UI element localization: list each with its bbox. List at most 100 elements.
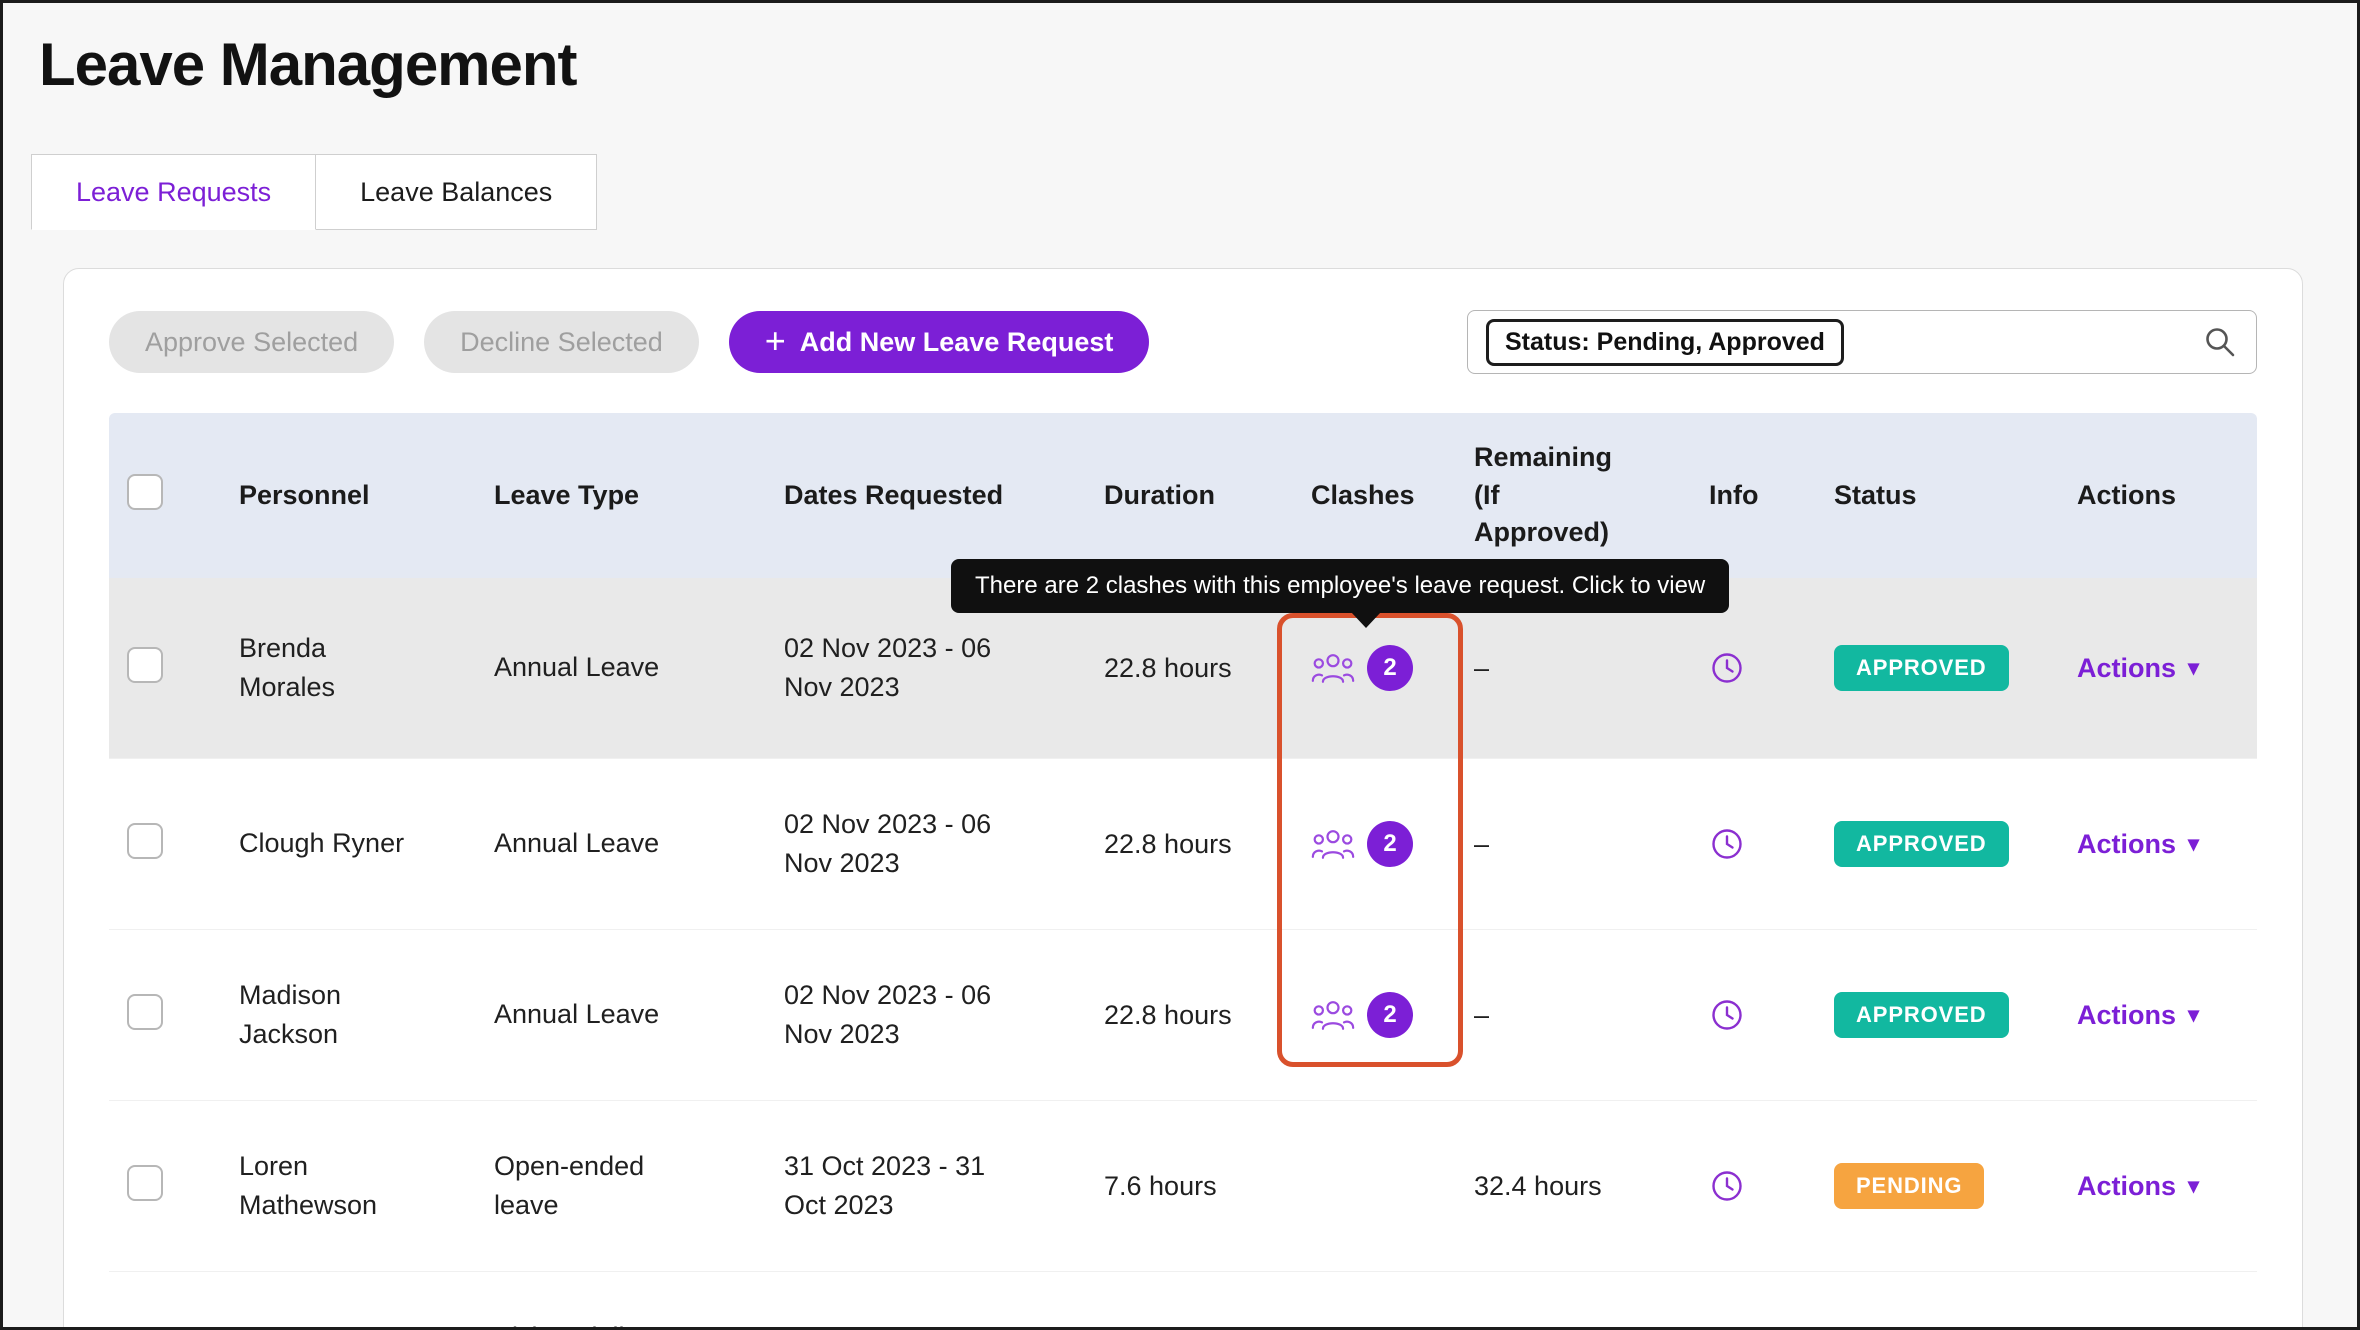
people-group-icon bbox=[1311, 651, 1355, 685]
leave-type-cell: Sick and Illness Leave Leave bbox=[494, 1318, 784, 1330]
add-new-leave-request-label: Add New Leave Request bbox=[800, 327, 1114, 358]
page-title: Leave Management bbox=[39, 33, 2357, 96]
clock-icon[interactable] bbox=[1709, 650, 1834, 686]
status-cell: APPROVED bbox=[1834, 821, 2077, 867]
col-info: Info bbox=[1699, 480, 1834, 511]
dates-cell: 18 Oct 2023 - 18 Oct 2023 bbox=[784, 1318, 1104, 1330]
row-checkbox[interactable] bbox=[127, 994, 163, 1030]
dates-cell: 02 Nov 2023 - 06 Nov 2023 bbox=[784, 805, 1104, 883]
status-badge: APPROVED bbox=[1834, 992, 2009, 1038]
clashes-button[interactable]: 2 bbox=[1311, 992, 1413, 1038]
remaining-cell: 32.4 hours bbox=[1474, 1171, 1699, 1202]
actions-menu-button[interactable]: Actions▾ bbox=[2077, 1171, 2199, 1202]
col-status: Status bbox=[1834, 480, 2077, 511]
add-new-leave-request-button[interactable]: + Add New Leave Request bbox=[729, 311, 1150, 373]
actions-cell: Actions▾ bbox=[2077, 653, 2259, 684]
people-group-icon bbox=[1311, 827, 1355, 861]
col-remaining: Remaining (If Approved) bbox=[1474, 439, 1699, 552]
table-row: Ashe Sylvian Sick and Illness Leave Leav… bbox=[109, 1272, 2257, 1330]
clock-icon[interactable] bbox=[1709, 826, 1834, 862]
status-cell: APPROVED bbox=[1834, 645, 2077, 691]
info-cell bbox=[1699, 997, 1834, 1033]
approve-selected-button[interactable]: Approve Selected bbox=[109, 311, 394, 373]
row-checkbox[interactable] bbox=[127, 647, 163, 683]
leave-type-cell: Open-ended leave bbox=[494, 1147, 784, 1225]
clashes-cell: 2 bbox=[1299, 821, 1474, 868]
clashes-button[interactable]: 2 bbox=[1311, 645, 1413, 691]
status-badge: APPROVED bbox=[1834, 821, 2009, 867]
personnel-cell: Loren Mathewson bbox=[239, 1147, 494, 1225]
remaining-cell: – bbox=[1474, 829, 1699, 860]
actions-menu-button[interactable]: Actions▾ bbox=[2077, 653, 2199, 684]
chevron-down-icon: ▾ bbox=[2188, 1002, 2199, 1028]
tab-bar: Leave Requests Leave Balances bbox=[31, 154, 2357, 230]
leave-type-cell: Annual Leave bbox=[494, 648, 784, 687]
personnel-cell: Brenda Morales bbox=[239, 629, 494, 707]
actions-cell: Actions▾ bbox=[2077, 1171, 2259, 1202]
remaining-cell: – bbox=[1474, 653, 1699, 684]
dates-cell: 02 Nov 2023 - 06 Nov 2023 bbox=[784, 976, 1104, 1054]
status-badge: APPROVED bbox=[1834, 645, 2009, 691]
clock-icon[interactable] bbox=[1709, 1168, 1834, 1204]
row-checkbox[interactable] bbox=[127, 1165, 163, 1201]
personnel-cell: Madison Jackson bbox=[239, 976, 494, 1054]
table-row: Loren Mathewson Open-ended leave 31 Oct … bbox=[109, 1101, 2257, 1272]
decline-selected-button[interactable]: Decline Selected bbox=[424, 311, 699, 373]
dates-cell: 02 Nov 2023 - 06 Nov 2023 bbox=[784, 629, 1104, 707]
leave-type-cell: Annual Leave bbox=[494, 824, 784, 863]
leave-type-cell: Annual Leave bbox=[494, 995, 784, 1034]
duration-cell: 22.8 hours bbox=[1104, 829, 1299, 860]
leave-requests-panel: Approve Selected Decline Selected + Add … bbox=[63, 268, 2303, 1330]
clashes-cell: 2 bbox=[1299, 992, 1474, 1039]
info-cell bbox=[1699, 650, 1834, 686]
status-filter-chip[interactable]: Status: Pending, Approved bbox=[1486, 319, 1844, 366]
search-filter-box[interactable]: Status: Pending, Approved bbox=[1467, 310, 2257, 374]
duration-cell: 22.8 hours bbox=[1104, 1000, 1299, 1031]
clash-count-badge[interactable]: 2 bbox=[1367, 645, 1413, 691]
clashes-button[interactable]: 2 bbox=[1311, 821, 1413, 867]
clashes-cell: 2 bbox=[1299, 645, 1474, 692]
duration-cell: 7.6 hours bbox=[1104, 1171, 1299, 1202]
col-dates-requested: Dates Requested bbox=[784, 480, 1104, 511]
status-cell: APPROVED bbox=[1834, 992, 2077, 1038]
clash-tooltip: There are 2 clashes with this employee's… bbox=[951, 559, 1729, 613]
table-row: Clough Ryner Annual Leave 02 Nov 2023 - … bbox=[109, 759, 2257, 930]
chevron-down-icon: ▾ bbox=[2188, 1173, 2199, 1199]
clash-count-badge[interactable]: 2 bbox=[1367, 992, 1413, 1038]
clash-count-badge[interactable]: 2 bbox=[1367, 821, 1413, 867]
actions-menu-button[interactable]: Actions▾ bbox=[2077, 1000, 2199, 1031]
col-personnel: Personnel bbox=[239, 480, 494, 511]
remaining-cell: – bbox=[1474, 1000, 1699, 1031]
toolbar: Approve Selected Decline Selected + Add … bbox=[109, 309, 2257, 375]
actions-cell: Actions▾ bbox=[2077, 829, 2259, 860]
clock-icon[interactable] bbox=[1709, 997, 1834, 1033]
actions-menu-button[interactable]: Actions▾ bbox=[2077, 829, 2199, 860]
tab-leave-balances[interactable]: Leave Balances bbox=[315, 154, 597, 230]
table-header-row: Personnel Leave Type Dates Requested Dur… bbox=[109, 413, 2257, 578]
people-group-icon bbox=[1311, 998, 1355, 1032]
tooltip-arrow bbox=[1351, 612, 1381, 628]
plus-icon: + bbox=[765, 323, 786, 359]
clash-tooltip-text: There are 2 clashes with this employee's… bbox=[975, 572, 1705, 599]
status-cell: PENDING bbox=[1834, 1163, 2077, 1209]
chevron-down-icon: ▾ bbox=[2188, 655, 2199, 681]
status-badge: PENDING bbox=[1834, 1163, 1984, 1209]
chevron-down-icon: ▾ bbox=[2188, 831, 2199, 857]
actions-cell: Actions▾ bbox=[2077, 1000, 2259, 1031]
search-icon[interactable] bbox=[2202, 324, 2238, 360]
col-clashes: Clashes bbox=[1299, 480, 1474, 511]
duration-cell: 22.8 hours bbox=[1104, 653, 1299, 684]
row-checkbox[interactable] bbox=[127, 823, 163, 859]
select-all-checkbox[interactable] bbox=[127, 474, 163, 510]
leave-requests-table: Personnel Leave Type Dates Requested Dur… bbox=[109, 413, 2257, 1330]
personnel-cell: Clough Ryner bbox=[239, 824, 494, 863]
leave-management-page: Leave Management Leave Requests Leave Ba… bbox=[0, 0, 2360, 1330]
info-cell bbox=[1699, 826, 1834, 862]
table-row: Madison Jackson Annual Leave 02 Nov 2023… bbox=[109, 930, 2257, 1101]
col-actions: Actions bbox=[2077, 480, 2259, 511]
col-duration: Duration bbox=[1104, 480, 1299, 511]
tab-leave-requests[interactable]: Leave Requests bbox=[31, 154, 316, 230]
info-cell bbox=[1699, 1168, 1834, 1204]
col-leave-type: Leave Type bbox=[494, 480, 784, 511]
dates-cell: 31 Oct 2023 - 31 Oct 2023 bbox=[784, 1147, 1104, 1225]
